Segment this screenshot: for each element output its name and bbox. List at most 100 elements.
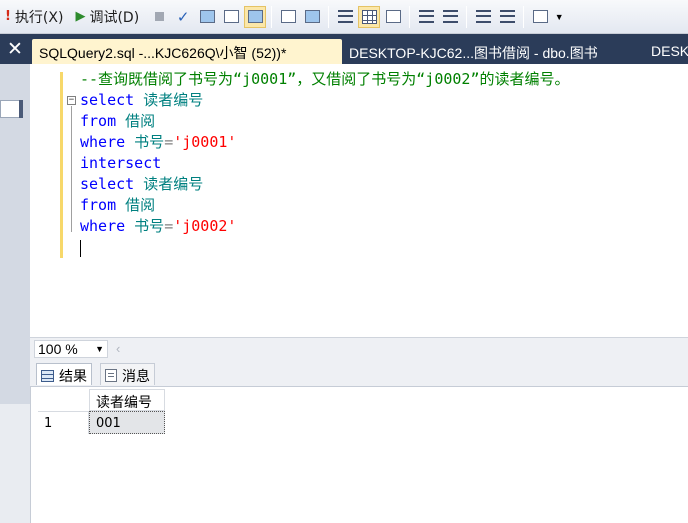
tab-results[interactable]: 结果	[36, 363, 92, 385]
query-designer-button[interactable]	[277, 6, 299, 28]
increase-indent-icon	[499, 10, 515, 23]
sql-keyword: where	[80, 133, 126, 151]
scroll-left-icon[interactable]: ‹	[116, 341, 120, 356]
comment-icon	[418, 10, 434, 23]
tab-results-label: 结果	[59, 367, 87, 384]
code-line-2: select 读者编号	[80, 90, 203, 111]
sql-identifier: 书号	[125, 217, 165, 235]
comment-button[interactable]	[415, 6, 437, 28]
code-line-3: from 借阅	[80, 111, 155, 132]
toolbar-separator	[523, 5, 525, 28]
outline-line	[71, 106, 72, 232]
message-icon	[105, 369, 117, 382]
grid-icon	[41, 369, 54, 382]
tab-third[interactable]: DESK	[651, 43, 688, 59]
sql-keyword: from	[80, 196, 117, 214]
sql-keyword: where	[80, 217, 126, 235]
results-grid[interactable]: 读者编号 1 001	[30, 387, 688, 523]
sql-comment: --查询既借阅了书号为“j0001”，又借阅了书号为“j0002”的读者编号。	[80, 70, 570, 88]
left-panel-edge	[0, 64, 30, 523]
zoom-value: 100 %	[38, 341, 78, 357]
stop-button[interactable]	[148, 6, 170, 28]
tab-messages[interactable]: 消息	[100, 363, 155, 385]
sql-string: 'j0002'	[173, 217, 237, 235]
increase-indent-button[interactable]	[496, 6, 518, 28]
specify-template-icon	[532, 10, 548, 23]
collapsed-panel-bar	[19, 100, 23, 118]
code-line-6: select 读者编号	[80, 174, 203, 195]
intellisense-button[interactable]	[244, 5, 267, 28]
sql-editor[interactable]: − --查询既借阅了书号为“j0001”，又借阅了书号为“j0002”的读者编号…	[30, 64, 688, 337]
specify-values-button[interactable]	[301, 6, 323, 28]
uncomment-icon	[442, 10, 458, 23]
change-tracking-bar	[60, 72, 63, 258]
sql-identifier: 书号	[125, 133, 165, 151]
results-to-file-button[interactable]	[382, 6, 404, 28]
column-header[interactable]: 读者编号	[89, 389, 165, 411]
results-to-grid-icon	[361, 9, 377, 24]
specify-template-button[interactable]	[529, 6, 551, 28]
toolbar: ! 执行(X) ▶ 调试(D) ✓ ▼	[0, 0, 688, 34]
intellisense-icon	[247, 10, 263, 23]
execute-icon: !	[5, 9, 11, 24]
toolbar-separator	[409, 5, 411, 28]
display-plan-icon	[223, 10, 239, 23]
debug-button[interactable]: ▶ 调试(D)	[72, 5, 142, 29]
sql-operator: =	[164, 133, 174, 151]
execute-label: 执行(X)	[14, 9, 64, 26]
left-panel-lower	[0, 404, 30, 523]
code-line-8: where 书号='j0002'	[80, 216, 236, 237]
results-to-text-icon	[337, 10, 353, 23]
code-line-5: intersect	[80, 153, 161, 174]
execute-button[interactable]: ! 执行(X)	[2, 5, 66, 29]
collapse-icon[interactable]: −	[67, 96, 76, 105]
toolbar-separator	[271, 5, 273, 28]
check-icon: ✓	[176, 8, 190, 26]
code-line-1: --查询既借阅了书号为“j0001”，又借阅了书号为“j0002”的读者编号。	[80, 69, 570, 90]
sql-operator: =	[164, 217, 174, 235]
close-icon[interactable]: ✕	[0, 34, 30, 64]
parse-button[interactable]: ✓	[172, 6, 194, 28]
sql-identifier: 借阅	[116, 112, 156, 130]
zoom-dropdown[interactable]: 100 % ▼	[34, 340, 108, 358]
chevron-down-icon: ▼	[95, 344, 104, 354]
results-to-grid-button[interactable]	[358, 5, 381, 28]
query-options-icon	[199, 10, 215, 23]
sql-identifier: 读者编号	[134, 91, 204, 109]
tab-sqlquery2[interactable]: SQLQuery2.sql -...KJC626Q\小智 (52))*	[32, 39, 342, 64]
sql-keyword: intersect	[80, 154, 162, 172]
sql-string: 'j0001'	[173, 133, 237, 151]
uncomment-button[interactable]	[439, 6, 461, 28]
tab-messages-label: 消息	[122, 367, 150, 384]
text-caret	[80, 240, 81, 257]
decrease-indent-icon	[475, 10, 491, 23]
play-icon: ▶	[75, 9, 86, 24]
query-designer-icon	[280, 10, 296, 23]
sql-identifier: 读者编号	[134, 175, 204, 193]
grid-cell[interactable]: 001	[89, 411, 165, 434]
sql-keyword: select	[80, 91, 135, 109]
sql-keyword: select	[80, 175, 135, 193]
toolbar-separator	[466, 5, 468, 28]
results-tab-strip: 结果 消息	[30, 359, 688, 387]
row-number[interactable]: 1	[38, 411, 89, 434]
document-tab-strip: ✕ SQLQuery2.sql -...KJC626Q\小智 (52))* DE…	[0, 34, 688, 64]
decrease-indent-button[interactable]	[472, 6, 494, 28]
code-line-4: where 书号='j0001'	[80, 132, 236, 153]
toolbar-overflow-button[interactable]: ▼	[553, 6, 565, 28]
results-to-file-icon	[385, 10, 401, 23]
toolbar-separator	[328, 5, 330, 28]
sql-keyword: from	[80, 112, 117, 130]
results-to-text-button[interactable]	[334, 6, 356, 28]
zoom-bar: 100 % ▼ ‹	[30, 337, 688, 359]
sql-identifier: 借阅	[116, 196, 156, 214]
query-options-button[interactable]	[196, 6, 218, 28]
display-plan-button[interactable]	[220, 6, 242, 28]
grid-corner[interactable]	[38, 389, 89, 411]
code-line-7: from 借阅	[80, 195, 155, 216]
chevron-down-icon: ▼	[554, 11, 564, 22]
tab-table-design[interactable]: DESKTOP-KJC62...图书借阅 - dbo.图书	[349, 43, 598, 63]
stop-icon	[154, 12, 164, 21]
debug-label: 调试(D)	[89, 9, 140, 26]
specify-values-icon	[304, 10, 320, 23]
